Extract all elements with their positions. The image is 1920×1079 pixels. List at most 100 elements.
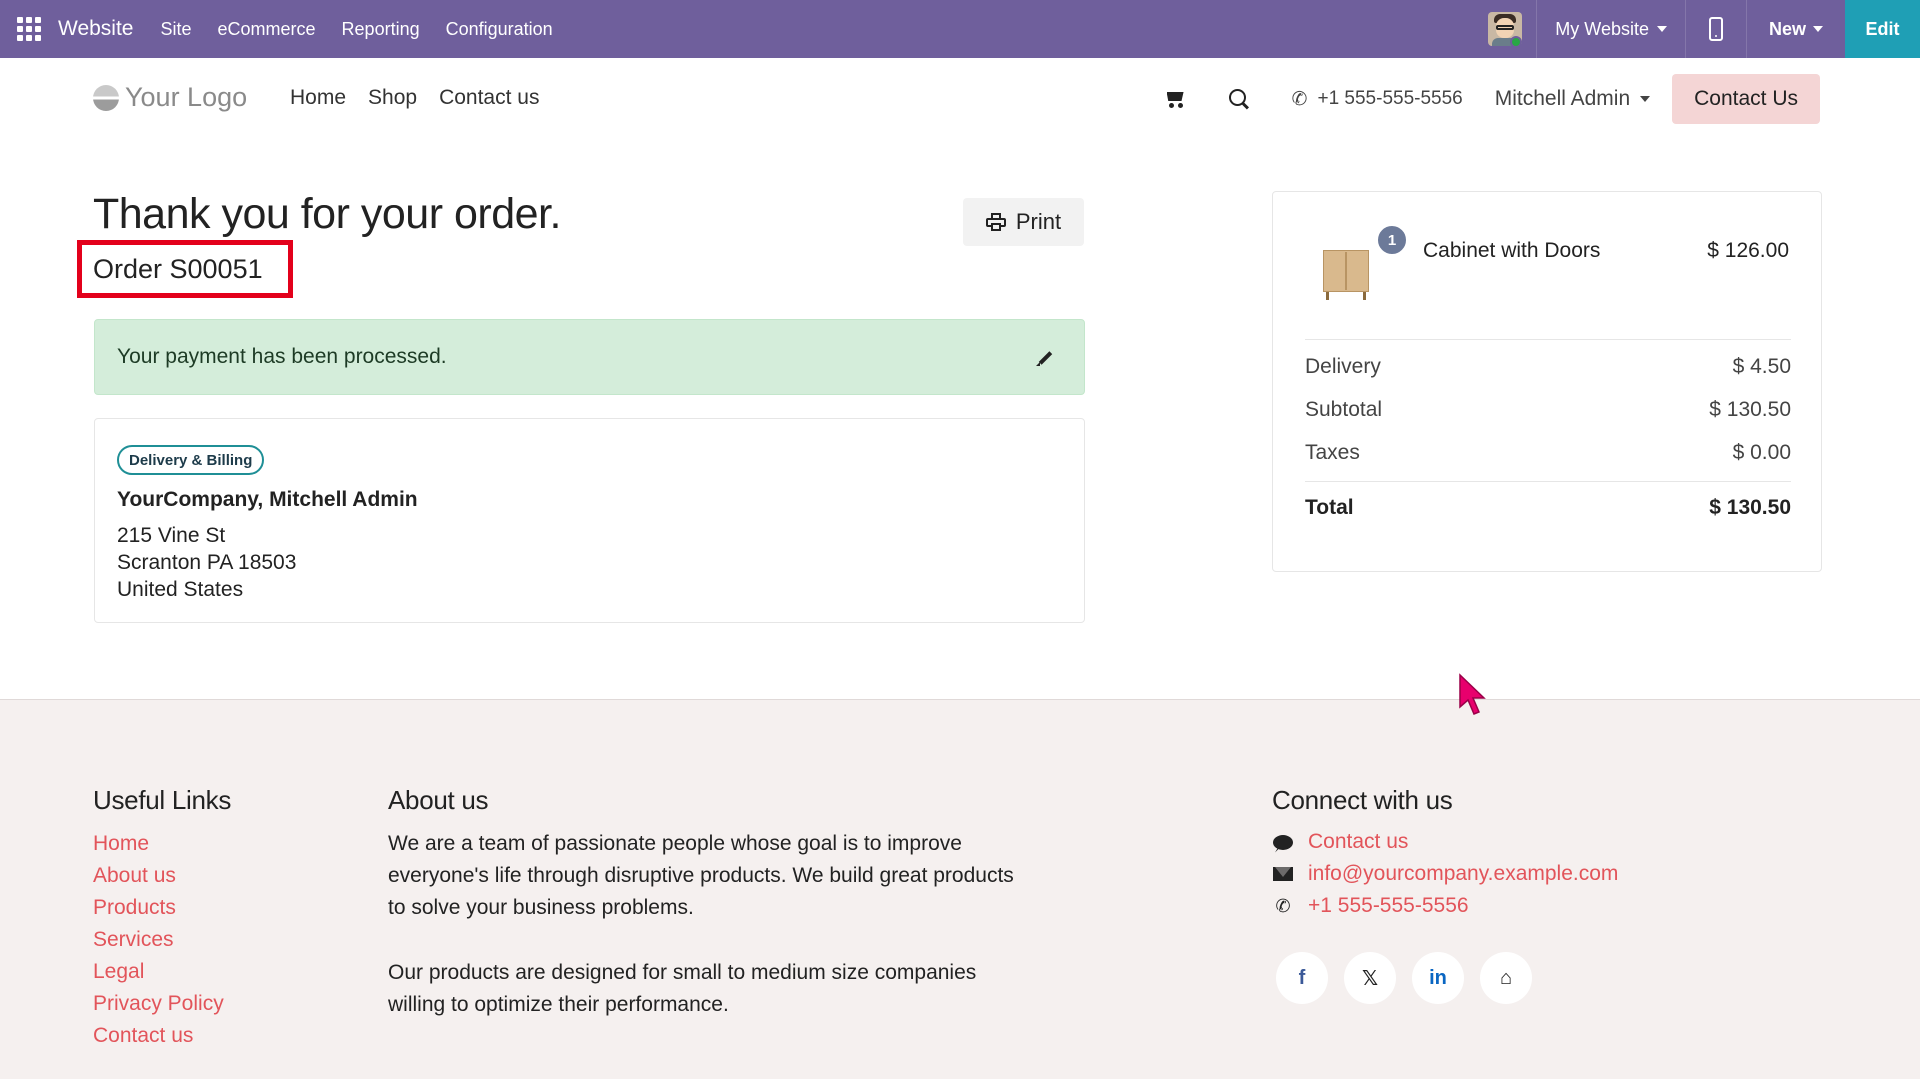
summary-label: Taxes [1305,441,1360,464]
order-summary: 1 Cabinet with Doors $ 126.00 Delivery $… [1272,191,1822,572]
footer-link-about[interactable]: About us [93,864,176,888]
nav-home[interactable]: Home [290,86,346,110]
user-avatar-button[interactable] [1474,0,1536,58]
footer-link-contact[interactable]: Contact us [93,1024,193,1048]
footer-email[interactable]: info@yourcompany.example.com [1272,862,1618,886]
about-text-line: everyone's life through disruptive produ… [388,864,1014,887]
address-card: Delivery & Billing YourCompany, Mitchell… [94,418,1085,623]
footer-link-legal[interactable]: Legal [93,960,144,984]
site-logo[interactable]: Your Logo [93,82,247,113]
summary-row-total: Total $ 130.50 [1305,496,1791,520]
logo-icon [93,84,119,111]
payment-status-alert: Your payment has been processed. [94,319,1085,395]
menu-configuration[interactable]: Configuration [446,19,553,40]
divider [1305,481,1791,482]
search-icon [1228,88,1250,110]
main-nav: Home Shop Contact us [290,86,539,110]
address-line: Scranton PA 18503 [117,551,297,574]
menu-site[interactable]: Site [160,19,191,40]
mobile-preview-button[interactable] [1686,0,1746,58]
order-number: Order S00051 [93,254,263,284]
linkedin-icon[interactable]: in [1412,952,1464,1004]
summary-value: $ 4.50 [1732,355,1791,378]
address-badge: Delivery & Billing [117,445,265,475]
footer-phone[interactable]: ✆ +1 555-555-5556 [1272,894,1469,918]
about-text-line: willing to optimize their performance. [388,993,729,1016]
header-phone-number: +1 555-555-5556 [1317,88,1463,109]
footer-link-privacy[interactable]: Privacy Policy [93,992,224,1016]
useful-links-title: Useful Links [93,785,232,815]
divider [1305,339,1791,340]
nav-contact[interactable]: Contact us [439,86,539,110]
footer-link-products[interactable]: Products [93,896,176,920]
cart-button[interactable] [1164,90,1186,108]
admin-topbar: Website Site eCommerce Reporting Configu… [0,0,1920,58]
summary-row-delivery: Delivery $ 4.50 [1305,355,1791,379]
menu-ecommerce[interactable]: eCommerce [218,19,316,40]
product-name: Cabinet with Doors [1423,239,1601,262]
print-button[interactable]: Print [963,198,1084,246]
about-text-line: to solve your business problems. [388,896,694,919]
printer-icon [985,213,1006,231]
caret-down-icon [1640,96,1651,102]
site-header: Your Logo Home Shop Contact us ✆ +1 555-… [0,58,1920,140]
print-label: Print [1015,209,1062,234]
summary-value: $ 0.00 [1732,441,1791,464]
quantity-badge: 1 [1375,223,1409,257]
cabinet-product-image [1323,250,1369,300]
logo-text: Your Logo [125,82,248,112]
header-phone[interactable]: ✆ +1 555-555-5556 [1292,88,1463,111]
my-website-dropdown[interactable]: My Website [1537,0,1685,58]
user-dropdown[interactable]: Mitchell Admin [1494,87,1651,111]
my-website-label: My Website [1555,18,1649,39]
payment-message: Your payment has been processed. [117,345,447,368]
comment-icon [1273,834,1293,850]
address-name: YourCompany, Mitchell Admin [117,488,418,511]
caret-down-icon [1656,26,1667,32]
new-content-button[interactable]: New [1747,0,1845,58]
footer-contact-us[interactable]: Contact us [1272,830,1408,854]
total-label: Total [1305,496,1354,519]
edit-button[interactable]: Edit [1845,0,1920,58]
summary-row-subtotal: Subtotal $ 130.50 [1305,398,1791,422]
phone-icon: ✆ [1275,895,1291,916]
address-line: United States [117,578,244,601]
home-icon[interactable]: ⌂ [1480,952,1532,1004]
user-name: Mitchell Admin [1494,87,1631,110]
footer-phone-label: +1 555-555-5556 [1308,894,1469,917]
summary-value: $ 130.50 [1709,398,1791,421]
pencil-icon[interactable] [1036,350,1052,366]
search-button[interactable] [1228,88,1250,110]
envelope-icon [1273,867,1293,881]
mobile-icon [1708,17,1723,41]
caret-down-icon [1813,26,1823,32]
grid-icon [17,17,41,41]
summary-row-taxes: Taxes $ 0.00 [1305,441,1791,465]
menu-reporting[interactable]: Reporting [342,19,420,40]
x-icon[interactable]: 𝕏 [1344,952,1396,1004]
connect-title: Connect with us [1272,785,1453,815]
phone-icon: ✆ [1291,88,1308,110]
online-status-icon [1510,36,1523,48]
facebook-icon[interactable]: f [1276,952,1328,1004]
total-value: $ 130.50 [1709,496,1791,519]
footer-email-label: info@yourcompany.example.com [1308,862,1619,885]
new-label: New [1768,18,1806,39]
mouse-cursor-icon [1459,673,1486,715]
app-brand[interactable]: Website [58,17,133,41]
cart-icon [1164,90,1186,108]
about-text-line: We are a team of passionate people whose… [388,832,962,855]
address-line: 215 Vine St [117,524,226,547]
summary-label: Subtotal [1305,398,1383,421]
about-text-line: Our products are designed for small to m… [388,961,977,984]
nav-shop[interactable]: Shop [368,86,417,110]
page-title: Thank you for your order. [93,190,561,238]
about-us-title: About us [388,785,489,815]
product-price: $ 126.00 [1707,239,1789,262]
apps-menu-button[interactable] [0,0,58,58]
footer-link-home[interactable]: Home [93,832,149,856]
footer-link-services[interactable]: Services [93,928,174,952]
footer-contact-us-label: Contact us [1308,830,1409,853]
contact-us-button[interactable]: Contact Us [1672,74,1820,124]
summary-label: Delivery [1305,355,1381,378]
